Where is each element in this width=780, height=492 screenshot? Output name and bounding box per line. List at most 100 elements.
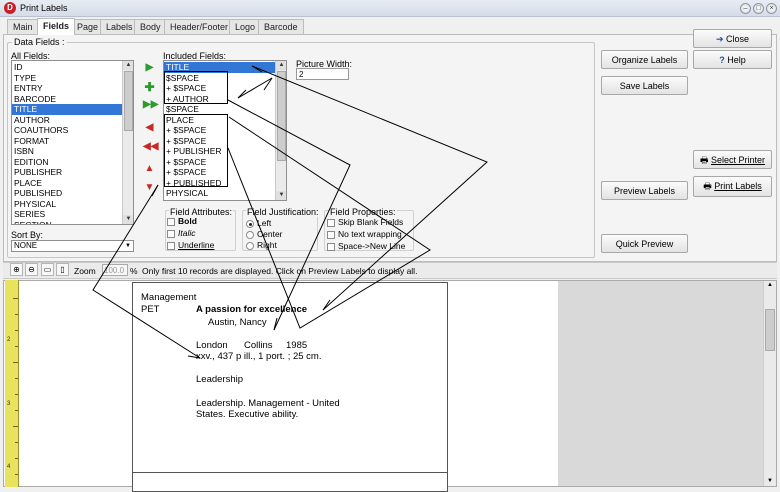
zoom-in-icon[interactable]: ⊕ bbox=[10, 263, 23, 276]
move-down-icon[interactable]: ▼ bbox=[143, 182, 156, 195]
tab-logo[interactable]: Logo bbox=[229, 19, 262, 34]
tab-labels[interactable]: Labels bbox=[100, 19, 139, 34]
all-fields-item[interactable]: TYPE bbox=[12, 73, 122, 84]
all-fields-item[interactable]: PLACE bbox=[12, 178, 122, 189]
scroll-thumb[interactable] bbox=[277, 71, 286, 161]
exit-icon: ➔ bbox=[715, 34, 727, 44]
label-physical: xxv., 437 p ill., 1 port. ; 25 cm. bbox=[196, 351, 322, 362]
select-printer-button[interactable]: 🖶 Select Printer bbox=[693, 150, 772, 169]
preview-scrollbar[interactable]: ▲ ▼ bbox=[763, 281, 776, 486]
label-subjects-line1: Leadership. Management - United bbox=[196, 398, 340, 409]
ruler-number: 4 bbox=[7, 464, 11, 470]
all-fields-item[interactable]: FORMAT bbox=[12, 136, 122, 147]
italic-checkbox[interactable]: Italic bbox=[167, 228, 195, 238]
field-justification-label: Field Justification: bbox=[246, 207, 320, 217]
sort-by-value: NONE bbox=[14, 241, 38, 250]
zoom-label: Zoom bbox=[74, 266, 96, 276]
no-text-wrapping-checkbox[interactable]: No text wrapping bbox=[327, 229, 402, 239]
full-page-icon[interactable]: ▯ bbox=[56, 263, 69, 276]
close-window-button[interactable]: × bbox=[766, 3, 777, 14]
field-properties-label: Field Properties: bbox=[329, 207, 397, 217]
all-fields-item[interactable]: SERIES bbox=[12, 209, 122, 220]
add-field-icon[interactable]: ▶ bbox=[143, 62, 156, 75]
printer-icon: 🖶 bbox=[699, 155, 711, 165]
vertical-ruler: 2 3 4 bbox=[5, 280, 19, 487]
add-all-fields-icon[interactable]: ▶▶ bbox=[143, 99, 158, 112]
all-fields-scrollbar[interactable]: ▲ ▼ bbox=[122, 61, 133, 224]
all-fields-item[interactable]: AUTHOR bbox=[12, 115, 122, 126]
annotation-box bbox=[164, 114, 228, 187]
label-author: Austin, Nancy bbox=[208, 317, 267, 328]
scroll-thumb[interactable] bbox=[124, 71, 133, 131]
data-fields-group-label: Data Fields : bbox=[12, 37, 67, 47]
tab-fields[interactable]: Fields bbox=[37, 18, 76, 35]
all-fields-item[interactable]: EDITION bbox=[12, 157, 122, 168]
minimize-button[interactable]: – bbox=[740, 3, 751, 14]
tab-header-footer[interactable]: Header/Footer bbox=[164, 19, 235, 34]
scroll-up-icon[interactable]: ▲ bbox=[123, 61, 133, 70]
justify-center-radio[interactable]: Center bbox=[246, 229, 283, 239]
sort-by-select[interactable]: NONE ▼ bbox=[11, 240, 134, 252]
remove-all-fields-icon[interactable]: ◀◀ bbox=[143, 141, 158, 154]
label-separator bbox=[132, 472, 448, 473]
sort-by-label: Sort By: bbox=[11, 230, 44, 240]
zoom-input[interactable] bbox=[102, 264, 128, 276]
all-fields-item[interactable]: ID bbox=[12, 62, 122, 73]
justify-right-radio[interactable]: Right bbox=[246, 240, 277, 250]
remove-field-icon[interactable]: ◀ bbox=[143, 122, 156, 135]
ruler-number: 3 bbox=[7, 401, 11, 407]
all-fields-item[interactable]: SECTION bbox=[12, 220, 122, 225]
preview-labels-button[interactable]: Preview Labels bbox=[601, 181, 688, 200]
underline-checkbox[interactable]: Underline bbox=[167, 240, 214, 250]
included-field-item[interactable]: PHYSICAL bbox=[164, 188, 275, 199]
all-fields-item[interactable]: COAUTHORS bbox=[12, 125, 122, 136]
tab-main[interactable]: Main bbox=[7, 19, 39, 34]
all-fields-list[interactable]: ID TYPE ENTRY BARCODE TITLE AUTHOR COAUTHORS FO… bbox=[11, 60, 134, 225]
all-fields-item[interactable]: PHYSICAL bbox=[12, 199, 122, 210]
justify-left-radio[interactable]: Left bbox=[246, 218, 271, 228]
all-fields-item[interactable]: BARCODE bbox=[12, 94, 122, 105]
printer-icon: 🖶 bbox=[703, 181, 715, 191]
scroll-down-icon[interactable]: ▼ bbox=[764, 477, 776, 486]
preview-status-text: Only first 10 records are displayed. Cli… bbox=[142, 266, 418, 276]
organize-labels-button[interactable]: Organize Labels bbox=[601, 50, 688, 69]
picture-width-input[interactable] bbox=[296, 68, 349, 80]
zoom-out-icon[interactable]: ⊖ bbox=[25, 263, 38, 276]
bold-checkbox[interactable]: Bold bbox=[167, 216, 197, 226]
label-place: London bbox=[196, 340, 228, 351]
close-button[interactable]: ➔ Close bbox=[693, 29, 772, 48]
app-icon: D bbox=[4, 2, 16, 14]
add-plus-field-icon[interactable]: ✚ bbox=[143, 81, 156, 94]
scroll-thumb[interactable] bbox=[765, 309, 775, 351]
all-fields-item[interactable]: ISBN bbox=[12, 146, 122, 157]
scroll-up-icon[interactable]: ▲ bbox=[764, 281, 776, 290]
help-button[interactable]: ? Help bbox=[693, 50, 772, 69]
all-fields-item[interactable]: TITLE bbox=[12, 104, 122, 115]
tab-body[interactable]: Body bbox=[134, 19, 167, 34]
quick-preview-button[interactable]: Quick Preview bbox=[601, 234, 688, 253]
label-line-subject: Management bbox=[141, 292, 197, 303]
scroll-down-icon[interactable]: ▼ bbox=[276, 191, 286, 200]
label-series: Leadership bbox=[196, 374, 244, 385]
all-fields-item[interactable]: PUBLISHER bbox=[12, 167, 122, 178]
space-new-line-checkbox[interactable]: Space->New Line bbox=[327, 241, 405, 251]
label-line-code: PET bbox=[141, 304, 160, 315]
included-field-item[interactable]: $SPACE bbox=[164, 104, 275, 115]
window-title: Print Labels bbox=[20, 3, 68, 13]
included-fields-scrollbar[interactable]: ▲ ▼ bbox=[275, 61, 286, 200]
save-labels-button[interactable]: Save Labels bbox=[601, 76, 688, 95]
skip-blank-fields-checkbox[interactable]: Skip Blank Fields bbox=[327, 217, 403, 227]
maximize-button[interactable]: □ bbox=[753, 3, 764, 14]
label-published: 1985 bbox=[286, 340, 308, 351]
label-subjects-line2: States. Executive ability. bbox=[196, 409, 299, 420]
annotation-box bbox=[164, 71, 228, 104]
fit-width-icon[interactable]: ▭ bbox=[41, 263, 54, 276]
print-labels-button[interactable]: 🖶 Print Labels bbox=[693, 176, 772, 197]
all-fields-item[interactable]: ENTRY bbox=[12, 83, 122, 94]
move-up-icon[interactable]: ▲ bbox=[143, 163, 156, 176]
tab-barcode[interactable]: Barcode bbox=[258, 19, 304, 34]
scroll-up-icon[interactable]: ▲ bbox=[276, 61, 286, 70]
all-fields-item[interactable]: PUBLISHED bbox=[12, 188, 122, 199]
title-bar bbox=[0, 0, 780, 17]
scroll-down-icon[interactable]: ▼ bbox=[123, 215, 133, 224]
